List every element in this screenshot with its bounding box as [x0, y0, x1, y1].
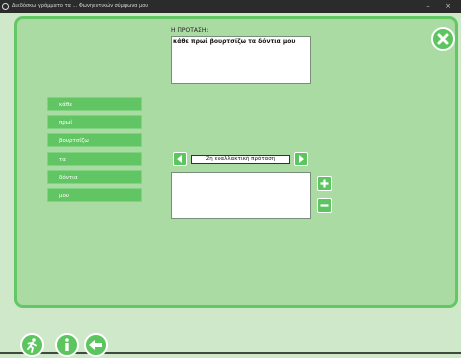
plus-icon: [320, 179, 329, 188]
back-arrow-icon: [89, 340, 102, 350]
back-button[interactable]: [84, 333, 108, 357]
minus-icon: [320, 204, 329, 207]
alternative-label: 2η εναλλακτική πρόταση: [191, 155, 290, 164]
answer-box[interactable]: [171, 172, 311, 219]
word-tile-3[interactable]: βουρτσίζω: [47, 133, 142, 147]
word-tile-5[interactable]: δόντια: [47, 170, 142, 184]
arrow-right-icon: [299, 155, 304, 163]
close-button[interactable]: [431, 27, 455, 51]
next-alternative-button[interactable]: [294, 152, 308, 166]
sentence-label: Η ΠΡΟΤΑΣΗ:: [171, 27, 209, 34]
app-icon: [2, 3, 9, 10]
minimize-button[interactable]: –: [420, 0, 436, 13]
word-tile-4[interactable]: τα: [47, 152, 142, 166]
info-button[interactable]: [55, 333, 79, 357]
window-title: Διεδόσκω γράμματο τα ... Φωνηεντικών σύμ…: [12, 3, 149, 9]
info-icon: [65, 338, 69, 351]
prev-alternative-button[interactable]: [173, 152, 187, 166]
window-close-button[interactable]: ×: [440, 0, 456, 13]
sentence-text: κάθε πρωί βουρτσίζω τα δόντια μου: [173, 38, 296, 45]
word-tile-1[interactable]: κάθε: [47, 97, 142, 111]
word-tile-2[interactable]: πρωί: [47, 115, 142, 129]
sentence-box: κάθε πρωί βουρτσίζω τα δόντια μου: [171, 36, 311, 84]
running-man-icon: [27, 338, 37, 353]
word-tile-6[interactable]: μου: [47, 188, 142, 202]
close-x-icon: [437, 33, 449, 45]
remove-button[interactable]: [317, 198, 332, 213]
window-titlebar: Διεδόσκω γράμματο τα ... Φωνηεντικών σύμ…: [0, 0, 461, 13]
arrow-left-icon: [177, 155, 182, 163]
add-button[interactable]: [317, 176, 332, 191]
exit-button[interactable]: [20, 333, 44, 357]
